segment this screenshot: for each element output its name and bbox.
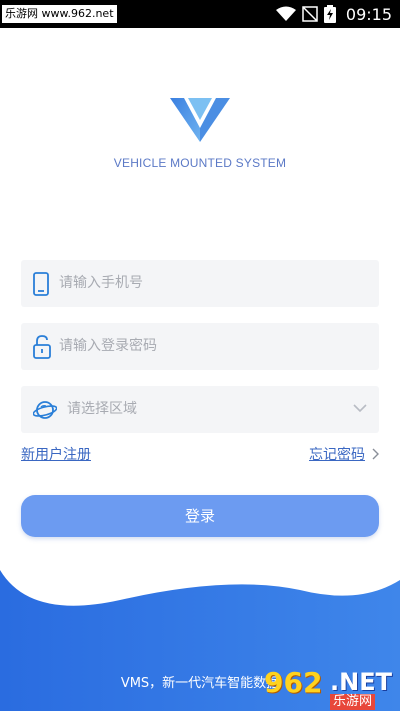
no-signal-icon [302, 6, 318, 22]
auth-links: 新用户注册 忘记密码 [21, 444, 379, 466]
status-right: 09:15 [275, 0, 392, 28]
wifi-icon [275, 6, 296, 21]
password-field[interactable]: 请输入登录密码 [21, 323, 379, 370]
chevron-down-icon [353, 404, 367, 413]
watermark-brand: 乐游网 [330, 694, 376, 710]
phone-placeholder: 请输入手机号 [59, 275, 143, 291]
watermark-suffix: .NET [330, 668, 392, 696]
phone-icon [33, 272, 49, 296]
site-watermark: 962 .NET 乐游网 [260, 660, 400, 711]
register-link[interactable]: 新用户注册 [21, 444, 91, 464]
status-left: 乐游网 www.962.net [2, 4, 117, 24]
region-placeholder: 请选择区域 [67, 401, 137, 417]
password-placeholder: 请输入登录密码 [59, 338, 157, 354]
lock-icon [33, 335, 51, 359]
clock: 09:15 [345, 4, 392, 24]
planet-icon [33, 401, 57, 419]
app-logo [0, 96, 400, 146]
forgot-password-link[interactable]: 忘记密码 [309, 444, 365, 464]
app-subtitle: VEHICLE MOUNTED SYSTEM [113, 156, 287, 170]
login-button[interactable]: 登录 [21, 495, 379, 537]
battery-charging-icon [323, 5, 336, 23]
status-bar: 乐游网 www.962.net 09:15 [0, 0, 400, 28]
phone-field[interactable]: 请输入手机号 [21, 260, 379, 307]
site-badge: 乐游网 www.962.net [2, 5, 117, 23]
watermark-number: 962 [264, 666, 323, 699]
region-select[interactable]: 请选择区域 [21, 386, 379, 433]
chevron-right-icon [372, 448, 379, 460]
vms-logo-icon [170, 98, 230, 142]
